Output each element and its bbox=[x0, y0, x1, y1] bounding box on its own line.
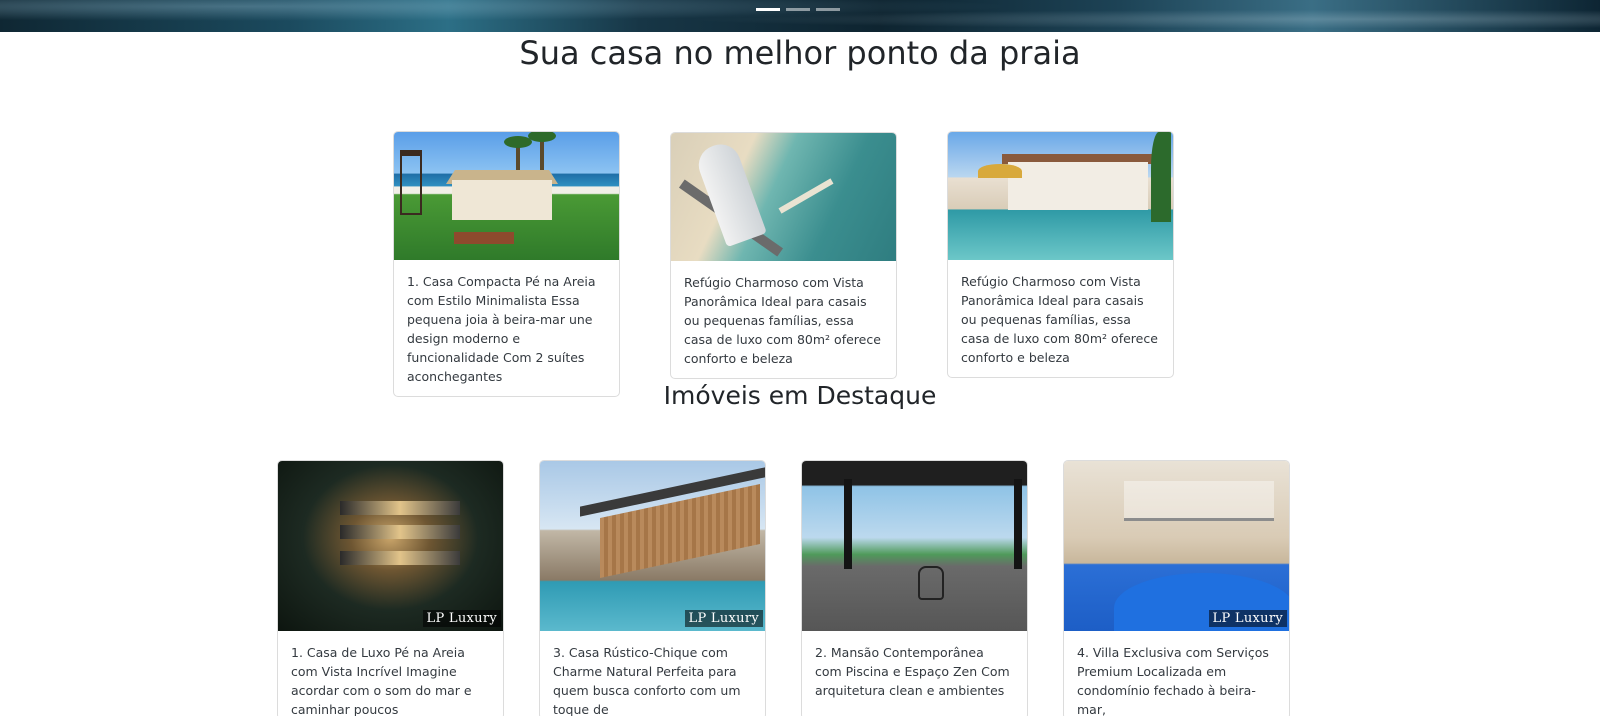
card-description: 2. Mansão Contemporânea com Piscina e Es… bbox=[815, 645, 1010, 698]
card-description: 4. Villa Exclusiva com Serviços Premium … bbox=[1077, 645, 1269, 716]
modern-wood-house-photo: LP Luxury bbox=[540, 461, 765, 631]
deck-sea-view-photo bbox=[802, 461, 1027, 631]
card-description: 1. Casa de Luxo Pé na Areia com Vista In… bbox=[291, 645, 472, 716]
carousel-indicator-2[interactable] bbox=[786, 8, 810, 11]
luxury-watermark: LP Luxury bbox=[1208, 610, 1287, 627]
luxury-watermark: LP Luxury bbox=[422, 610, 501, 627]
featured-property-card[interactable]: LP Luxury 4. Villa Exclusiva com Serviço… bbox=[1063, 460, 1290, 716]
section-title-featured: Imóveis em Destaque bbox=[663, 381, 937, 410]
beach-house-photo bbox=[394, 132, 619, 260]
card-description: 1. Casa Compacta Pé na Areia com Estilo … bbox=[407, 274, 596, 384]
property-card[interactable]: Refúgio Charmoso com Vista Panorâmica Id… bbox=[670, 132, 897, 379]
section-title-beach: Sua casa no melhor ponto da praia bbox=[519, 34, 1081, 72]
featured-property-card[interactable]: LP Luxury 3. Casa Rústico-Chique com Cha… bbox=[539, 460, 766, 716]
hero-carousel[interactable] bbox=[0, 0, 1600, 32]
luxury-watermark: LP Luxury bbox=[684, 610, 763, 627]
night-house-photo: LP Luxury bbox=[278, 461, 503, 631]
villa-pool-photo bbox=[948, 132, 1173, 260]
card-description: Refúgio Charmoso com Vista Panorâmica Id… bbox=[961, 274, 1158, 365]
carousel-indicator-3[interactable] bbox=[816, 8, 840, 11]
card-description: Refúgio Charmoso com Vista Panorâmica Id… bbox=[684, 275, 881, 366]
carousel-indicator-1[interactable] bbox=[756, 8, 780, 11]
property-card[interactable]: Refúgio Charmoso com Vista Panorâmica Id… bbox=[947, 131, 1174, 378]
carousel-indicators bbox=[756, 8, 840, 11]
featured-property-card[interactable]: LP Luxury 1. Casa de Luxo Pé na Areia co… bbox=[277, 460, 504, 716]
aerial-coast-photo bbox=[671, 133, 896, 261]
property-card[interactable]: 1. Casa Compacta Pé na Areia com Estilo … bbox=[393, 131, 620, 397]
featured-property-card[interactable]: 2. Mansão Contemporânea com Piscina e Es… bbox=[801, 460, 1028, 716]
card-description: 3. Casa Rústico-Chique com Charme Natura… bbox=[553, 645, 741, 716]
villa-pool-terrace-photo: LP Luxury bbox=[1064, 461, 1289, 631]
